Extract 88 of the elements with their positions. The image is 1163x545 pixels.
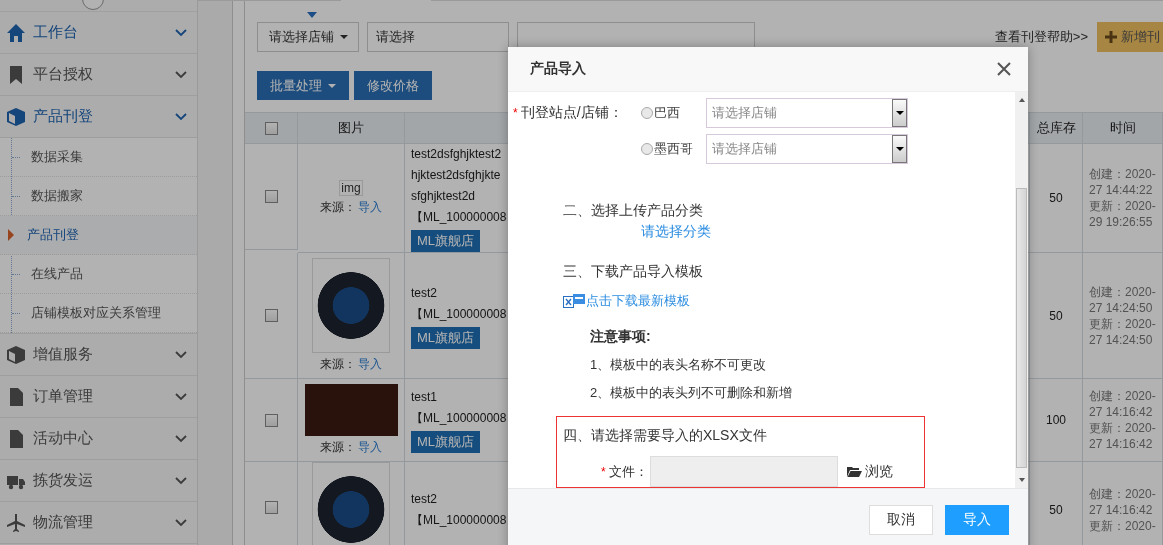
action-button[interactable]: 修改价格: [354, 71, 432, 100]
required-mark: *: [513, 106, 518, 120]
chevron-down-icon: [175, 350, 187, 359]
product-title: test2 【ML_100000008: [411, 284, 507, 323]
dialog-button[interactable]: 取消: [869, 505, 933, 535]
select-field[interactable]: 请选择: [367, 22, 509, 52]
sidebar-group[interactable]: 平台授权: [0, 54, 197, 96]
home-icon: [6, 22, 26, 43]
column-header: 总库存: [1030, 113, 1083, 144]
store-select[interactable]: 请选择店铺: [257, 22, 359, 52]
chevron-down-icon: [175, 112, 187, 121]
shop-select[interactable]: 请选择店铺: [706, 98, 908, 128]
checkbox[interactable]: [264, 190, 278, 203]
field-label: 文件：: [608, 462, 648, 481]
timestamps: 创建：2020- 27 14:16:42 更新：2020- 27 14:16:42: [1089, 388, 1157, 452]
dialog-button[interactable]: 导入: [945, 505, 1009, 535]
sidebar-group[interactable]: 增值服务: [0, 334, 197, 376]
timestamps: 创建：2020- 27 14:16:42 更新：2020-: [1089, 485, 1157, 534]
checkbox[interactable]: [264, 413, 278, 427]
store-tag: ML旗舰店: [411, 326, 481, 349]
table-cell: 100: [1030, 379, 1083, 462]
sidebar-group[interactable]: 活动中心: [0, 418, 197, 460]
cube-icon: [6, 106, 26, 127]
chevron-down-icon: [175, 476, 187, 485]
required-mark: *: [601, 464, 606, 479]
folder-icon: [846, 466, 862, 477]
shop-select[interactable]: 请选择店铺: [706, 134, 908, 164]
spreadsheet-icon: [563, 293, 586, 309]
sidebar-group[interactable]: 订单管理: [0, 376, 197, 418]
table-cell: 50: [1030, 144, 1083, 253]
table-cell: 50: [1030, 462, 1083, 545]
action-button[interactable]: 批量处理: [257, 71, 349, 100]
chevron-down-icon: [175, 392, 187, 401]
timestamps: 创建：2020- 27 14:24:50 更新：2020- 27 14:24:50: [1089, 283, 1157, 348]
site-radio[interactable]: 墨西哥: [641, 140, 706, 158]
product-title: test2dsfghjktest2 hjktest2dsfghjkte sfghjktest2d 【ML_100000008: [411, 146, 507, 226]
dialog-title: 产品导入: [530, 60, 586, 78]
checkbox[interactable]: [264, 121, 278, 135]
scrollbar[interactable]: [1015, 92, 1028, 488]
product-title: test1 【ML_100000008: [411, 389, 507, 427]
source-label: 来源：: [320, 200, 356, 214]
browse-button[interactable]: 浏览: [846, 462, 893, 481]
cube-icon: [6, 344, 26, 365]
close-icon[interactable]: [997, 62, 1011, 76]
checkbox[interactable]: [264, 309, 278, 322]
plus-icon: [1105, 31, 1117, 43]
sidebar-item[interactable]: 产品刊登: [0, 216, 197, 255]
field-label: 刊登站点/店铺：: [520, 104, 623, 120]
checkbox[interactable]: [264, 500, 278, 514]
airplane-icon: [6, 512, 26, 533]
sidebar-item[interactable]: 在线产品: [0, 255, 197, 294]
note-text: 2、模板中的表头列不可删除和新增: [590, 384, 794, 402]
step-heading: 三、下载产品导入模板: [563, 263, 704, 281]
sidebar-group[interactable]: 物流管理: [0, 502, 197, 544]
table-cell: 50: [1030, 253, 1083, 379]
broken-image: img: [339, 180, 363, 196]
source-link[interactable]: 导入: [358, 200, 382, 214]
chevron-down-icon: [175, 434, 187, 443]
step-heading: 四、请选择需要导入的XLSX文件: [563, 427, 768, 445]
caret-icon: [339, 35, 348, 39]
file-input-field[interactable]: [649, 456, 838, 487]
timestamps: 创建：2020- 27 14:44:22 更新：2020- 29 19:26:55: [1089, 166, 1157, 230]
step-heading: 二、选择上传产品分类: [563, 202, 704, 220]
pointer-icon: [8, 229, 14, 241]
product-title: test2 【ML_100000008: [411, 490, 507, 529]
caret-icon: [328, 83, 336, 88]
add-button[interactable]: 新增刊: [1097, 22, 1163, 52]
store-tag: ML旗舰店: [411, 431, 481, 453]
help-link[interactable]: 查看刊登帮助>>: [994, 28, 1088, 46]
store-tag: ML旗舰店: [411, 230, 481, 252]
category-link[interactable]: 请选择分类: [641, 223, 1015, 241]
chevron-down-icon: [175, 70, 187, 79]
column-header: 图片: [298, 113, 405, 144]
sidebar-item[interactable]: 店铺模板对应关系管理: [0, 294, 197, 333]
sidebar-group[interactable]: 工作台: [0, 12, 197, 54]
source-label: 来源：: [320, 440, 356, 454]
download-template-link[interactable]: 点击下载最新模板: [586, 292, 690, 310]
site-radio[interactable]: 巴西: [641, 104, 706, 122]
note-text: 1、模板中的表头名称不可更改: [590, 356, 768, 374]
chevron-down-icon: [175, 28, 187, 37]
source-link[interactable]: 导入: [358, 357, 382, 371]
notes-title: 注意事项:: [590, 328, 652, 346]
chevron-down-icon: [175, 518, 187, 527]
source-label: 来源：: [320, 357, 356, 371]
source-link[interactable]: 导入: [358, 440, 382, 454]
column-header: 时间: [1083, 113, 1163, 144]
sidebar-item[interactable]: 数据采集: [0, 138, 197, 177]
sidebar-group[interactable]: 拣货发运: [0, 460, 197, 502]
